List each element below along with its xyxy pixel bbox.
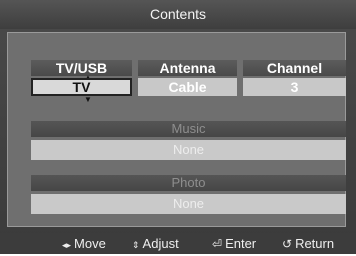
music-value[interactable]: None [31,140,346,160]
antenna-value[interactable]: Cable [138,78,237,96]
contents-dialog: Contents TV/USB ▲ TV ▼ Antenna Cable Cha… [0,0,356,254]
footer-move: ◂▸ Move [62,236,106,251]
tvusb-header: TV/USB [31,60,132,76]
antenna-header: Antenna [138,60,237,76]
channel-value[interactable]: 3 [243,78,346,96]
enter-icon: ⏎ [212,237,223,251]
photo-header: Photo [31,175,346,191]
channel-header: Channel [243,60,346,76]
photo-value[interactable]: None [31,194,346,214]
footer-adjust: ⇕ Adjust [132,236,179,251]
left-right-arrows-icon: ◂▸ [62,240,72,250]
chevron-down-icon[interactable]: ▼ [83,96,93,104]
footer-enter: ⏎ Enter [212,236,257,251]
contents-panel: TV/USB ▲ TV ▼ Antenna Cable Channel 3 Mu… [7,32,346,227]
music-header: Music [31,121,346,137]
return-icon: ↺ [282,237,293,251]
up-down-arrows-icon: ⇕ [132,240,140,250]
footer-help-bar: ◂▸ Move ⇕ Adjust ⏎ Enter ↺ Return [0,233,356,254]
footer-return: ↺ Return [282,236,335,251]
tvusb-selector[interactable]: TV [31,78,132,96]
dialog-title: Contents [0,0,356,29]
